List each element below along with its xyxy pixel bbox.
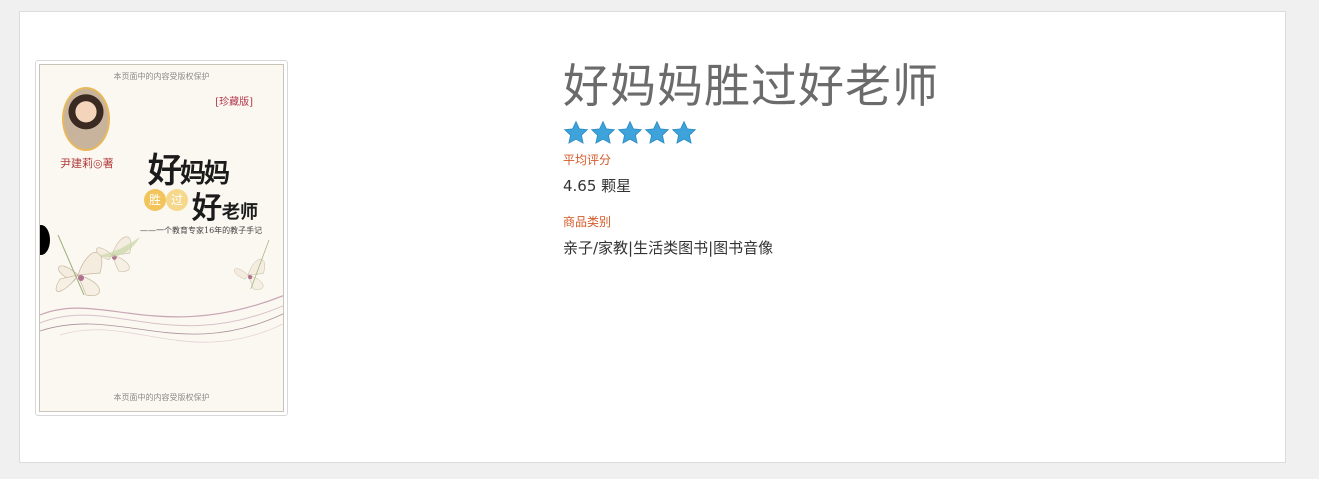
star-icon <box>671 120 697 144</box>
book-cover-image: 本页面中的内容受版权保护 [珍藏版] 尹建莉◎著 好妈妈 胜 过 好老师 ——一… <box>39 64 284 412</box>
star-icon <box>617 120 643 144</box>
lily-illustration <box>40 234 283 343</box>
star-icon <box>590 120 616 144</box>
copyright-notice-top: 本页面中的内容受版权保护 <box>113 72 210 81</box>
product-title: 好妈妈胜过好老师 <box>563 59 939 113</box>
rating-value: 4.65 颗星 <box>563 177 632 195</box>
cover-title-big-1: 好 <box>148 151 182 191</box>
copyright-notice-bottom: 本页面中的内容受版权保护 <box>113 393 210 402</box>
product-card: 本页面中的内容受版权保护 [珍藏版] 尹建莉◎著 好妈妈 胜 过 好老师 ——一… <box>19 11 1286 463</box>
rating-stars <box>563 120 1263 148</box>
category-value: 亲子/家教|生活类图书|图书音像 <box>563 239 774 257</box>
cover-author: 尹建莉◎著 <box>60 157 114 170</box>
rating-label: 平均评分 <box>563 153 612 167</box>
category-label: 商品类别 <box>563 215 612 229</box>
star-icon <box>644 120 670 144</box>
cover-edition: [珍藏版] <box>215 97 253 108</box>
product-info: 好妈妈胜过好老师 平均评分 4.65 颗星 商品类别 亲子/家教|生活类图书|图… <box>563 58 1263 258</box>
star-icon <box>563 120 589 144</box>
author-portrait <box>62 87 110 151</box>
book-cover[interactable]: 本页面中的内容受版权保护 [珍藏版] 尹建莉◎著 好妈妈 胜 过 好老师 ——一… <box>35 60 288 416</box>
